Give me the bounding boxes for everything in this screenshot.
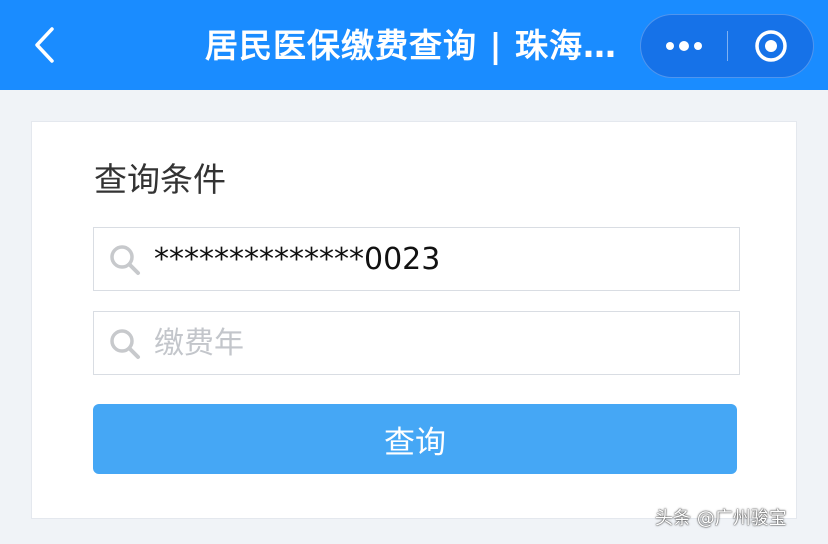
- payment-year-field[interactable]: [93, 311, 740, 375]
- id-number-field[interactable]: [93, 227, 740, 291]
- watermark: 头条 @广州骏宝: [655, 508, 787, 529]
- chevron-left-icon: [35, 27, 54, 63]
- back-button[interactable]: [24, 23, 64, 67]
- close-button[interactable]: [728, 15, 814, 77]
- navigation-bar: 居民医保缴费查询 | 珠海…: [0, 0, 828, 90]
- search-icon: [110, 245, 140, 275]
- query-card: 查询条件 查询: [31, 121, 797, 519]
- search-icon: [110, 329, 140, 359]
- more-dots-icon: [666, 41, 702, 51]
- payment-year-input[interactable]: [154, 312, 724, 374]
- target-close-icon: [755, 30, 787, 62]
- more-button[interactable]: [641, 15, 727, 77]
- mini-program-capsule: [640, 14, 814, 78]
- query-button[interactable]: 查询: [93, 404, 737, 474]
- section-title: 查询条件: [94, 160, 226, 199]
- id-number-input[interactable]: [154, 228, 724, 290]
- page-title: 居民医保缴费查询 | 珠海…: [205, 26, 618, 65]
